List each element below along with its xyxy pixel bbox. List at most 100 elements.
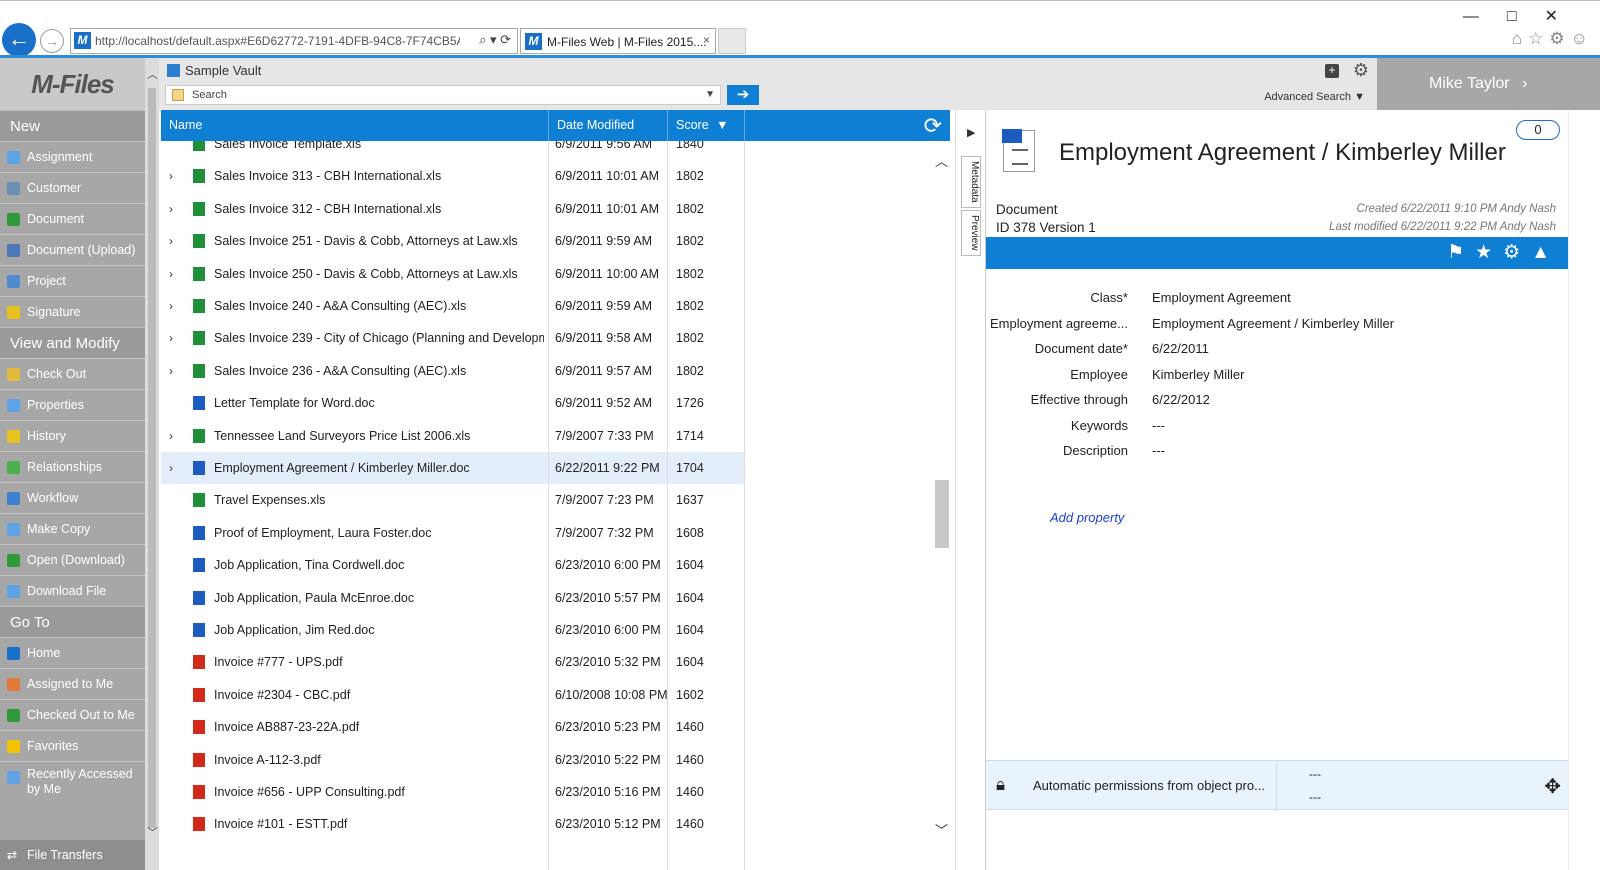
tab-close-icon[interactable]: × [703,33,710,47]
browser-toolbar-icons[interactable]: ⌂☆⚙☺ [1512,29,1594,49]
add-property-link[interactable]: Add property [1050,510,1124,525]
scroll-down-icon[interactable]: ﹀ [935,820,948,839]
sidebar-scrollbar[interactable]: ︿ ﹀ [145,58,159,870]
sidebar-item-recently-accessed-by-me[interactable]: Recently Accessed by Me [0,761,145,801]
file-transfers-button[interactable]: ⇄ File Transfers [0,840,145,870]
tab-metadata[interactable]: Metadata [961,156,981,208]
address-bar[interactable]: M http://localhost/default.aspx#E6D62772… [70,28,518,54]
property-value[interactable]: Employment Agreement [1152,290,1291,305]
property-value[interactable]: 6/22/2011 [1152,341,1209,356]
sidebar-item-checked-out-to-me[interactable]: Checked Out to Me [0,699,145,730]
property-row[interactable]: Keywords --- [986,418,1569,442]
list-row[interactable]: Travel Expenses.xls 7/9/2007 7:23 PM 1637 [161,484,745,516]
new-tab-button[interactable] [718,28,746,54]
sidebar-section-title[interactable]: View and Modify [0,327,145,358]
list-row[interactable]: › Sales Invoice 240 - A&A Consulting (AEC… [161,290,745,322]
property-value[interactable]: 6/22/2012 [1152,392,1210,407]
list-row[interactable]: › Sales Invoice 250 - Davis & Cobb, Attor… [161,258,745,290]
expand-chevron-icon[interactable]: › [169,331,173,345]
sidebar-item-assignment[interactable]: Assignment [0,141,145,172]
window-controls[interactable]: —□✕ [1463,6,1586,26]
scroll-up-icon[interactable]: ︿ [147,66,158,82]
list-row[interactable]: Proof of Employment, Laura Foster.doc 7/9… [161,517,745,549]
expand-chevron-icon[interactable]: › [169,299,173,313]
list-row[interactable]: › Sales Invoice 251 - Davis & Cobb, Attor… [161,225,745,257]
list-row[interactable]: › Employment Agreement / Kimberley Miller… [161,452,745,484]
expand-chevron-icon[interactable]: › [169,429,173,443]
sidebar-section-title[interactable]: Go To [0,606,145,637]
address-text[interactable]: http://localhost/default.aspx#E6D62772-7… [95,34,460,48]
sidebar-item-document[interactable]: Document [0,203,145,234]
list-row[interactable]: Invoice #101 - ESTT.pdf 6/23/2010 5:12 PM… [161,808,745,840]
search-dropdown-icon[interactable]: ▼ [705,89,715,100]
list-row[interactable]: Sales Invoice Template.xls 6/9/2011 9:56 … [161,141,745,160]
expand-icon[interactable]: ✥ [1544,774,1561,799]
sidebar-item-workflow[interactable]: Workflow [0,482,145,513]
property-value[interactable]: Kimberley Miller [1152,367,1244,382]
property-row[interactable]: Employment agreeme... Employment Agreemen… [986,316,1569,340]
property-row[interactable]: Effective through 6/22/2012 [986,392,1569,416]
sidebar-scroll-thumb[interactable] [148,88,156,828]
tab-preview[interactable]: Preview [961,210,981,256]
user-menu[interactable]: Mike Taylor › [1377,58,1600,110]
list-row[interactable]: › Sales Invoice 239 - City of Chicago (Pl… [161,322,745,354]
expand-chevron-icon[interactable]: › [169,267,173,281]
advanced-search-toggle[interactable]: Advanced Search ▼ [1264,91,1365,103]
property-row[interactable]: Description --- [986,443,1569,467]
sidebar-item-customer[interactable]: Customer [0,172,145,203]
list-row[interactable]: Job Application, Tina Cordwell.doc 6/23/2… [161,549,745,581]
property-value[interactable]: Employment Agreement / Kimberley Miller [1152,316,1394,331]
column-name[interactable]: Name [161,110,549,141]
list-row[interactable]: › Sales Invoice 313 - CBH International.x… [161,160,745,192]
list-scrollbar[interactable]: ︿ ﹀ [932,145,950,845]
expand-chevron-icon[interactable]: › [169,461,173,475]
list-row[interactable]: Invoice A-112-3.pdf 6/23/2010 5:22 PM 1460 [161,744,745,776]
list-row[interactable]: Invoice #777 - UPS.pdf 6/23/2010 5:32 PM 1… [161,646,745,678]
sidebar-item-favorites[interactable]: Favorites [0,730,145,761]
scroll-down-icon[interactable]: ﹀ [147,824,158,840]
list-scroll-thumb[interactable] [935,480,949,548]
column-date-modified[interactable]: Date Modified [549,110,668,141]
new-object-icon[interactable]: + [1325,64,1339,78]
column-score[interactable]: Score ▼ [668,110,745,141]
sidebar-item-signature[interactable]: Signature [0,296,145,327]
permissions-text[interactable]: Automatic permissions from object pro... [1033,778,1265,793]
sidebar-item-check-out[interactable]: Check Out [0,358,145,389]
search-go-button[interactable]: ➔ [727,85,759,105]
property-row[interactable]: Employee Kimberley Miller [986,367,1569,391]
list-row[interactable]: Job Application, Jim Red.doc 6/23/2010 6:… [161,614,745,646]
list-row[interactable]: Invoice AB887-23-22A.pdf 6/23/2010 5:23 P… [161,711,745,743]
sidebar-item-download-file[interactable]: Download File [0,575,145,606]
sidebar-item-history[interactable]: History [0,420,145,451]
sidebar-item-properties[interactable]: Properties [0,389,145,420]
settings-gear-icon[interactable]: ⚙ [1353,60,1369,81]
sidebar-section-title[interactable]: New [0,110,145,141]
scroll-up-icon[interactable]: ︿ [935,151,948,170]
forward-arrow-icon[interactable]: → [40,29,64,53]
list-row[interactable]: Invoice #656 - UPP Consulting.pdf 6/23/20… [161,776,745,808]
expand-chevron-icon[interactable]: › [169,364,173,378]
sidebar-item-open-download[interactable]: Open (Download) [0,544,145,575]
browser-tab[interactable]: M M-Files Web | M-Files 2015.... × [520,28,716,54]
vault-name[interactable]: Sample Vault [185,63,261,78]
back-arrow-icon[interactable]: ← [2,23,36,57]
address-actions[interactable]: ⌕ ▾ ⟳ [479,32,511,48]
property-row[interactable]: Document date* 6/22/2011 [986,341,1569,365]
expand-chevron-icon[interactable]: › [169,234,173,248]
sidebar-item-home[interactable]: Home [0,637,145,668]
list-row[interactable]: Letter Template for Word.doc 6/9/2011 9:5… [161,387,745,419]
list-row[interactable]: › Sales Invoice 312 - CBH International.x… [161,193,745,225]
list-row[interactable]: › Sales Invoice 236 - A&A Consulting (AEC… [161,355,745,387]
expand-chevron-icon[interactable]: › [169,202,173,216]
expand-chevron-icon[interactable]: › [169,169,173,183]
list-row[interactable]: Invoice #2304 - CBC.pdf 6/10/2008 10:08 P… [161,679,745,711]
property-value[interactable]: --- [1152,418,1165,433]
sidebar-item-make-copy[interactable]: Make Copy [0,513,145,544]
collapse-pane-icon[interactable]: ▶ [967,126,975,139]
refresh-icon[interactable]: ⟳ [924,113,942,139]
list-row[interactable]: Job Application, Paula McEnroe.doc 6/23/2… [161,582,745,614]
property-row[interactable]: Class* Employment Agreement [986,290,1569,314]
search-input[interactable]: Search ▼ [165,85,721,105]
metadata-toolbar-icons[interactable]: ⚑★⚙▲ [1447,241,1561,264]
sidebar-item-relationships[interactable]: Relationships [0,451,145,482]
